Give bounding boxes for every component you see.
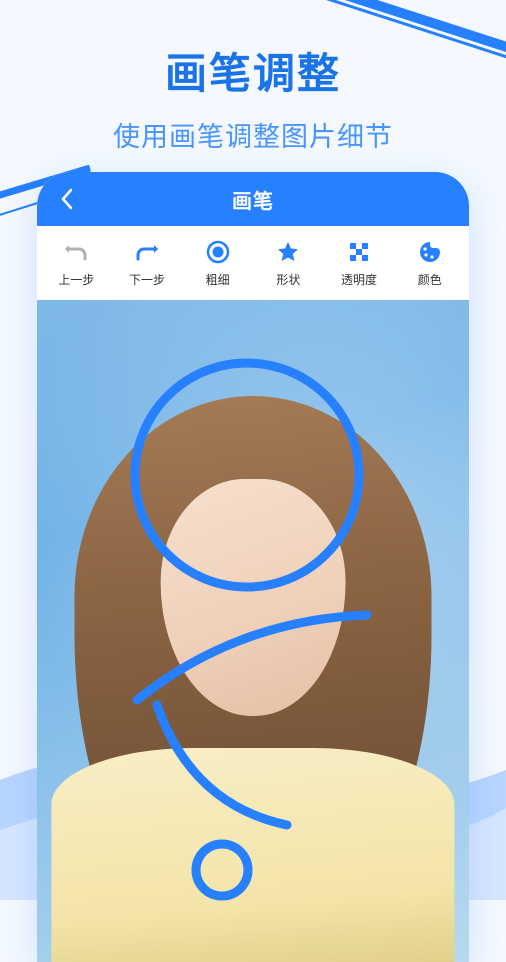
color-button[interactable]: 颜色 bbox=[394, 239, 465, 288]
opacity-icon bbox=[346, 239, 372, 265]
undo-icon bbox=[63, 239, 89, 265]
shape-icon bbox=[275, 239, 301, 265]
promo-subtitle: 使用画笔调整图片细节 bbox=[0, 115, 506, 154]
opacity-button[interactable]: 透明度 bbox=[324, 239, 395, 288]
chevron-left-icon bbox=[60, 188, 74, 210]
redo-label: 下一步 bbox=[129, 271, 165, 288]
color-label: 颜色 bbox=[418, 271, 442, 288]
back-button[interactable] bbox=[51, 172, 83, 226]
color-icon bbox=[417, 239, 443, 265]
promo-title: 画笔调整 bbox=[0, 40, 506, 101]
brush-toolbar: 上一步 下一步 粗细 bbox=[37, 226, 469, 300]
thickness-label: 粗细 bbox=[206, 271, 230, 288]
app-header: 画笔 bbox=[37, 172, 469, 226]
undo-label: 上一步 bbox=[58, 271, 94, 288]
redo-icon bbox=[134, 239, 160, 265]
shape-button[interactable]: 形状 bbox=[253, 239, 324, 288]
thickness-icon bbox=[205, 239, 231, 265]
opacity-label: 透明度 bbox=[341, 271, 377, 288]
app-title: 画笔 bbox=[37, 185, 469, 214]
phone-mockup: 画笔 上一步 下一步 bbox=[37, 172, 469, 962]
shape-label: 形状 bbox=[276, 271, 300, 288]
undo-button[interactable]: 上一步 bbox=[41, 239, 112, 288]
drawing-canvas[interactable] bbox=[37, 300, 469, 962]
redo-button[interactable]: 下一步 bbox=[112, 239, 183, 288]
photo-subject-placeholder bbox=[43, 364, 463, 962]
thickness-button[interactable]: 粗细 bbox=[182, 239, 253, 288]
